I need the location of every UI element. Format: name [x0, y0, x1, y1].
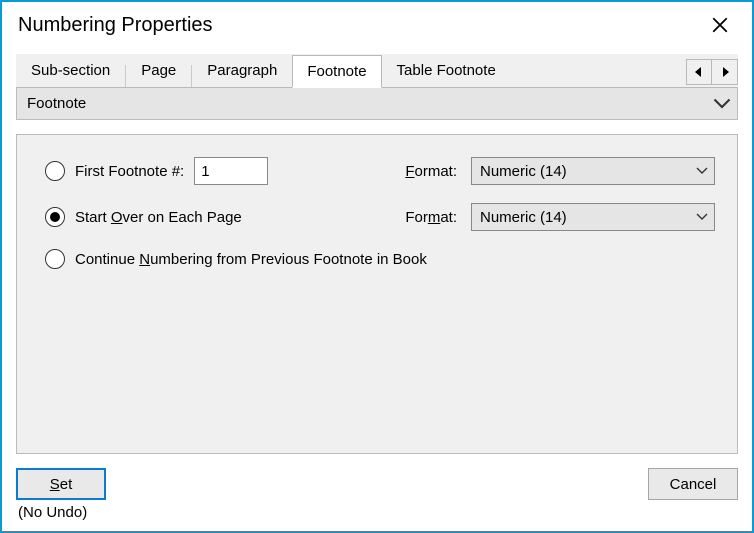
- section-dropdown-value: Footnote: [27, 95, 713, 112]
- titlebar: Numbering Properties: [2, 2, 752, 48]
- tab-page[interactable]: Page: [126, 54, 191, 87]
- format-select-1-value: Numeric (14): [480, 163, 696, 180]
- triangle-left-icon: [695, 67, 703, 77]
- tab-table-footnote[interactable]: Table Footnote: [382, 54, 511, 87]
- radio-start-over[interactable]: [45, 207, 65, 227]
- tab-scroll-group: [686, 59, 738, 87]
- radio-continue-label[interactable]: Continue Numbering from Previous Footnot…: [75, 251, 427, 268]
- format-label-2: Format:: [405, 209, 457, 226]
- window-title: Numbering Properties: [18, 14, 213, 37]
- option-continue-row: Continue Numbering from Previous Footnot…: [45, 249, 715, 269]
- tab-label: Table Footnote: [397, 62, 496, 79]
- dialog-content: Sub-section Page Paragraph Footnote Tabl…: [2, 48, 752, 531]
- close-button[interactable]: [706, 11, 734, 39]
- format-select-2[interactable]: Numeric (14): [471, 203, 715, 231]
- chevron-down-icon: [696, 167, 708, 175]
- radio-first-footnote-label[interactable]: First Footnote #:: [75, 163, 184, 180]
- dialog-window: Numbering Properties Sub-section Page Pa…: [0, 0, 754, 533]
- options-panel: First Footnote #: Format: Numeric (14) S…: [16, 134, 738, 454]
- format-select-1[interactable]: Numeric (14): [471, 157, 715, 185]
- format-select-2-value: Numeric (14): [480, 209, 696, 226]
- option-first-footnote-row: First Footnote #: Format: Numeric (14): [45, 157, 715, 185]
- format-label-1: Format:: [405, 163, 457, 180]
- set-button[interactable]: Set: [16, 468, 106, 500]
- option-start-over-row: Start Over on Each Page Format: Numeric …: [45, 203, 715, 231]
- tab-scroll-right-button[interactable]: [712, 59, 738, 85]
- chevron-down-icon: [713, 95, 731, 113]
- tab-bar: Sub-section Page Paragraph Footnote Tabl…: [16, 54, 738, 88]
- tab-sub-section[interactable]: Sub-section: [16, 54, 125, 87]
- tab-footnote[interactable]: Footnote: [292, 55, 381, 88]
- first-footnote-number-input[interactable]: [194, 157, 268, 185]
- radio-first-footnote[interactable]: [45, 161, 65, 181]
- close-icon: [711, 16, 729, 34]
- chevron-down-icon: [696, 213, 708, 221]
- section-dropdown[interactable]: Footnote: [16, 88, 738, 120]
- cancel-button[interactable]: Cancel: [648, 468, 738, 500]
- tab-label: Footnote: [307, 63, 366, 80]
- radio-start-over-label[interactable]: Start Over on Each Page: [75, 209, 242, 226]
- triangle-right-icon: [721, 67, 729, 77]
- tab-label: Page: [141, 62, 176, 79]
- undo-note: (No Undo): [16, 504, 738, 521]
- tab-label: Paragraph: [207, 62, 277, 79]
- dialog-button-row: Set Cancel: [16, 468, 738, 500]
- radio-continue[interactable]: [45, 249, 65, 269]
- tab-paragraph[interactable]: Paragraph: [192, 54, 292, 87]
- tab-label: Sub-section: [31, 62, 110, 79]
- tab-scroll-left-button[interactable]: [686, 59, 712, 85]
